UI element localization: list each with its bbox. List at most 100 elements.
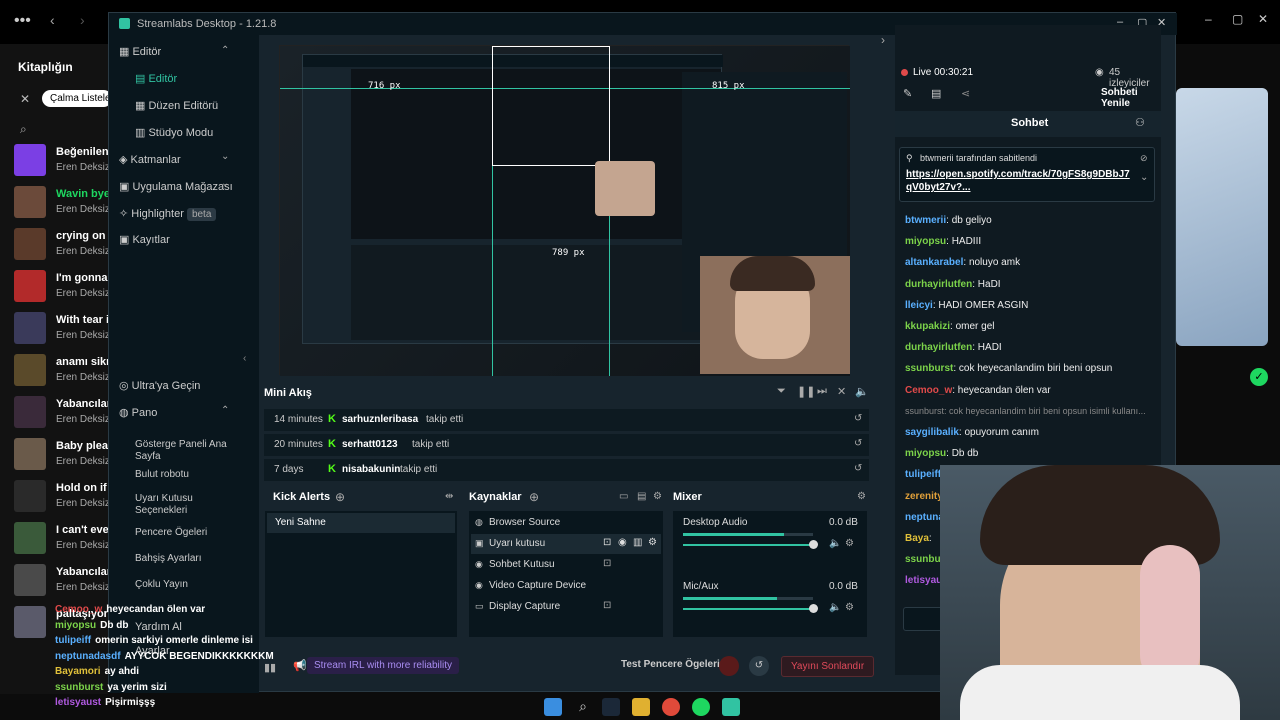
channel-settings-icon[interactable]: ⚙ (845, 602, 854, 613)
skip-icon[interactable]: ⏭ (817, 385, 827, 398)
settings-icon[interactable]: ⚙ (653, 491, 662, 502)
lock-icon[interactable]: ⊡ (603, 558, 611, 569)
maximize-icon[interactable]: ▢ (1232, 12, 1243, 26)
filter-icon[interactable]: ⏷ (777, 385, 786, 398)
more-icon[interactable]: ••• (14, 12, 31, 30)
replay-icon[interactable]: ↺ (854, 413, 862, 424)
volume-icon[interactable]: 🔈 (855, 385, 869, 398)
nav-recordings[interactable]: ▣ Kayıtlar (119, 233, 170, 246)
pinned-link[interactable]: https://open.spotify.com/track/70gFS8g9D… (906, 168, 1131, 194)
edit-icon[interactable]: ✎ (903, 87, 912, 100)
nav-dashboard-item[interactable]: Bahşiş Ayarları (135, 553, 235, 565)
mute-alerts-icon[interactable]: ✕ (837, 385, 846, 398)
chat-username[interactable]: Baya (905, 533, 929, 544)
chrome-icon[interactable] (662, 698, 680, 716)
minimize-icon[interactable]: – (1205, 12, 1212, 26)
folder-icon[interactable]: ▤ (931, 87, 941, 100)
check-icon[interactable]: ✓ (1250, 368, 1268, 386)
chat-username[interactable]: durhayirlutfen (905, 342, 972, 353)
slider-handle[interactable] (809, 604, 818, 613)
chevron-down-icon[interactable]: ⌄ (221, 151, 229, 162)
promo-button[interactable]: Stream IRL with more reliability (307, 657, 460, 674)
settings-icon[interactable]: ⚙ (648, 537, 657, 548)
add-scene-icon[interactable]: ⊕ (335, 490, 345, 504)
nav-editor-group[interactable]: ▦ Editör (119, 45, 161, 58)
stats-icon[interactable]: ▮▮ (264, 661, 276, 674)
scene-item[interactable]: Yeni Sahne (267, 513, 455, 533)
source-item[interactable]: ◍ Browser Source (471, 513, 661, 533)
back-icon[interactable]: ‹ (50, 12, 55, 28)
share-icon[interactable]: ⋖ (961, 87, 970, 100)
volume-slider[interactable] (683, 540, 818, 549)
playlist-item[interactable]: I can't ever Eren Deksiz (14, 522, 110, 556)
chat-username[interactable]: kkupakizi (905, 321, 950, 332)
lock-icon[interactable]: ⊡ (603, 600, 611, 611)
search-icon[interactable]: ⌕ (574, 698, 592, 716)
playlist-item[interactable]: Baby pleas Eren Deksiz (14, 438, 110, 472)
nav-dashboard-item[interactable]: Pencere Ögeleri (135, 527, 235, 539)
nav-dashboard-item[interactable]: Çoklu Yayın (135, 579, 235, 591)
refresh-chat-button[interactable]: Sohbeti Yenile (1101, 87, 1161, 109)
windows-icon[interactable] (544, 698, 562, 716)
chat-username[interactable]: neptuna (905, 512, 944, 523)
mute-icon[interactable]: 🔈 (829, 538, 841, 549)
playlist-item[interactable]: Beğenilen Ş Eren Deksiz (14, 144, 110, 178)
playlist-item[interactable]: Hold on if l Eren Deksiz (14, 480, 110, 514)
selection-box[interactable] (492, 46, 610, 166)
chat-username[interactable]: btwmerii (905, 215, 946, 226)
nav-layout-editor[interactable]: ▦ Düzen Editörü (135, 99, 218, 112)
folder-icon[interactable]: ▤ (637, 491, 646, 502)
test-widgets-button[interactable]: Test Pencere Ögeleri (621, 659, 720, 670)
streamlabs-icon[interactable] (722, 698, 740, 716)
chevron-down-icon[interactable]: ⌄ (1140, 172, 1148, 183)
nav-dashboard-item[interactable]: Gösterge Paneli Ana Sayfa (135, 439, 235, 463)
chat-username[interactable]: Cemoo_w (905, 385, 952, 396)
chevron-up-icon[interactable]: ⌃ (221, 45, 229, 56)
pinned-message[interactable]: ⚲ btwmerii tarafından sabitlendi ⊘ https… (899, 147, 1155, 202)
nav-layers[interactable]: ◈ Katmanlar (119, 153, 181, 166)
chat-username[interactable]: saygilibalik (905, 427, 959, 438)
eye-icon[interactable]: ◉ (618, 537, 627, 548)
users-icon[interactable]: ⚇ (1135, 116, 1145, 129)
playlist-item[interactable]: anamı sikm Eren Deksiz (14, 354, 110, 388)
trash-icon[interactable]: ▥ (633, 537, 642, 548)
nav-dashboard-item[interactable]: Bulut robotu (135, 469, 235, 481)
spotify-icon[interactable] (692, 698, 710, 716)
chat-username[interactable]: lleicyi (905, 300, 933, 311)
nav-studio-mode[interactable]: ▥ Stüdyo Modu (135, 126, 213, 139)
close-icon[interactable]: ✕ (1258, 12, 1268, 26)
chat-username[interactable]: ssunburst (905, 363, 953, 374)
record-button[interactable] (719, 656, 739, 676)
add-source-icon[interactable]: ⊕ (529, 490, 539, 504)
filter-chip[interactable]: Çalma Listele (42, 90, 112, 107)
chat-username[interactable]: zerenity (905, 491, 943, 502)
stream-preview[interactable]: 716 px 815 px 789 px (279, 45, 850, 376)
folder-icon[interactable] (632, 698, 650, 716)
collapse-icon[interactable]: ‹ (243, 353, 246, 364)
nav-app-store[interactable]: ▣ Uygulama Mağazası (119, 180, 233, 193)
volume-slider[interactable] (683, 604, 818, 613)
steam-icon[interactable] (602, 698, 620, 716)
source-item[interactable]: ▣ Uyarı kutusu ⊡ ◉ ▥ ⚙ (471, 534, 661, 554)
nav-ultra[interactable]: ◎ Ultra'ya Geçin (119, 379, 200, 392)
mute-icon[interactable]: 🔈 (829, 602, 841, 613)
nav-dashboard-item[interactable]: Uyarı Kutusu Seçenekleri (135, 493, 235, 517)
chevron-up-icon[interactable]: ⌃ (221, 405, 229, 416)
split-icon[interactable]: ⇹ (445, 491, 453, 502)
source-item[interactable]: ◉ Video Capture Device (471, 576, 661, 596)
unpin-icon[interactable]: ⊘ (1140, 153, 1148, 164)
playlist-item[interactable]: Yabancılar Eren Deksiz (14, 396, 110, 430)
chat-username[interactable]: miyopsu (905, 448, 946, 459)
chat-username[interactable]: durhayirlutfen (905, 279, 972, 290)
nav-dashboard[interactable]: ◍ Pano (119, 406, 157, 419)
replay-icon[interactable]: ↺ (749, 656, 769, 676)
channel-settings-icon[interactable]: ⚙ (845, 538, 854, 549)
slider-handle[interactable] (809, 540, 818, 549)
group-icon[interactable]: ▭ (619, 491, 628, 502)
playlist-item[interactable]: Wavin bye Eren Deksiz (14, 186, 110, 220)
lock-icon[interactable]: ⊡ (603, 537, 611, 548)
source-item[interactable]: ◉ Sohbet Kutusu ⊡ (471, 555, 661, 575)
pause-icon[interactable]: ❚❚ (797, 385, 815, 398)
replay-icon[interactable]: ↺ (854, 438, 862, 449)
chat-username[interactable]: altankarabel (905, 257, 963, 268)
